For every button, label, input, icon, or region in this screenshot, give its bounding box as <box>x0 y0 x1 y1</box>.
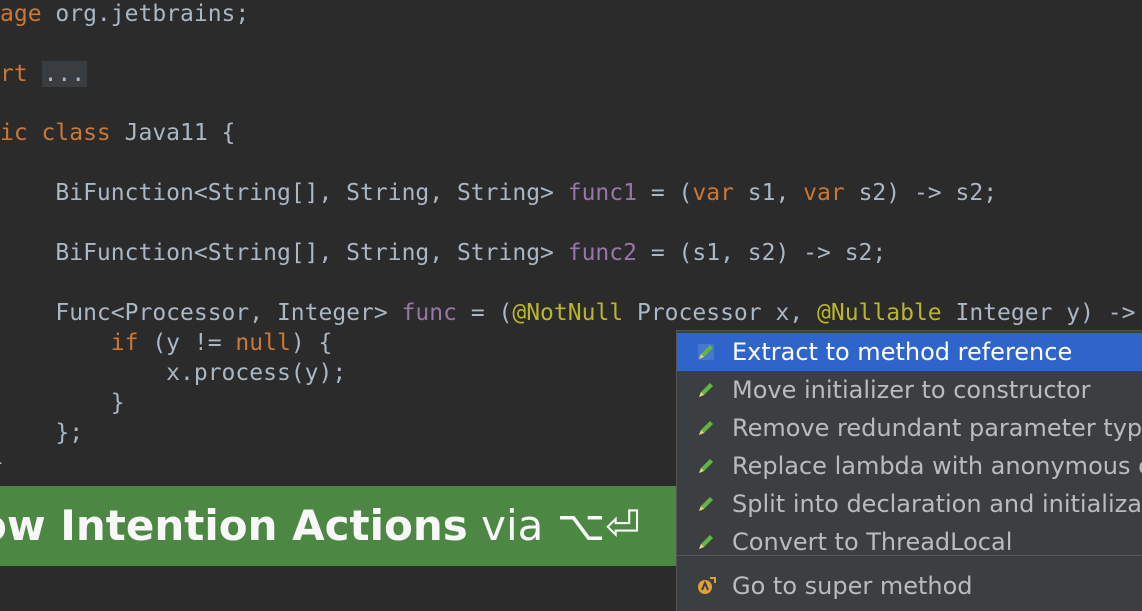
menu-item-move-initializer[interactable]: Move initializer to constructor <box>677 371 1142 409</box>
var-keyword: var <box>692 180 734 206</box>
pencil-icon <box>699 497 713 511</box>
if-open-brace: ) { <box>290 330 333 356</box>
package-keyword: age <box>0 1 42 27</box>
folded-imports[interactable]: ... <box>41 61 88 87</box>
notnull-annotation: @NotNull <box>512 300 624 326</box>
func2-body: = (s1, s2) -> s2; <box>636 240 887 266</box>
code-line-func1: BiFunction<String[], String, String> fun… <box>0 176 997 210</box>
code-line-close-class: } <box>0 446 4 480</box>
func1-param-s1: s1, <box>733 180 804 206</box>
code-line-process: x.process(y); <box>0 360 347 386</box>
package-name: org.jetbrains; <box>41 1 250 27</box>
pencil-icon <box>698 344 714 360</box>
field-func2: func2 <box>567 240 637 266</box>
code-line-func2: BiFunction<String[], String, String> fun… <box>0 236 886 270</box>
code-line-close-lambda: }; <box>0 420 84 446</box>
pencil-icon <box>699 421 713 435</box>
func-param-x: Processor x, <box>623 300 818 326</box>
class-keyword: ic class <box>0 120 111 146</box>
func-type: Func<Processor, Integer> <box>0 300 402 326</box>
class-name: Java11 { <box>110 120 236 146</box>
banner-title: ow Intention Actions <box>0 501 468 550</box>
menu-item-split-declaration[interactable]: Split into declaration and initializatio… <box>677 485 1142 523</box>
menu-item-remove-redundant-types[interactable]: Remove redundant parameter types <box>677 409 1142 447</box>
menu-item-label: Move initializer to constructor <box>732 376 1091 404</box>
var-keyword: var <box>803 180 845 206</box>
null-keyword: null <box>235 330 291 356</box>
func2-type: BiFunction<String[], String, String> <box>0 240 568 266</box>
intention-actions-banner: ow Intention Actions via ⌥⏎ <box>0 486 720 566</box>
pencil-icon <box>699 459 713 473</box>
intention-actions-popup: Extract to method reference Move initial… <box>676 330 1142 611</box>
func-assign: = ( <box>456 300 513 326</box>
menu-item-label: Go to super method <box>732 572 973 600</box>
field-func: func <box>401 300 457 326</box>
nullable-annotation: @Nullable <box>817 300 942 326</box>
field-func1: func1 <box>567 180 637 206</box>
func1-body: s2) -> s2; <box>844 180 998 206</box>
import-keyword: rt <box>0 61 28 87</box>
func1-type: BiFunction<String[], String, String> <box>0 180 568 206</box>
func1-assign: = ( <box>636 180 693 206</box>
menu-separator <box>677 555 1142 556</box>
menu-item-replace-lambda[interactable]: Replace lambda with anonymous class <box>677 447 1142 485</box>
banner-shortcut: via ⌥⏎ <box>467 501 641 550</box>
if-keyword: if <box>110 330 139 356</box>
code-line-if: if (y != null) { <box>0 326 333 360</box>
code-line-close-if: } <box>0 390 125 416</box>
if-condition: (y != <box>138 330 236 356</box>
menu-item-label: Split into declaration and initializatio… <box>732 490 1142 518</box>
code-line-func: Func<Processor, Integer> func = (@NotNul… <box>0 296 1136 330</box>
menu-item-extract-method-reference[interactable]: Extract to method reference <box>677 333 1142 371</box>
menu-item-label: Remove redundant parameter types <box>732 414 1142 442</box>
menu-item-go-to-super-method[interactable]: Go to super method <box>677 567 1142 605</box>
pencil-icon <box>699 383 713 397</box>
code-line-import: rt ... <box>0 57 88 91</box>
menu-item-label: Extract to method reference <box>732 338 1073 366</box>
pencil-icon <box>699 535 713 549</box>
code-line-class-decl: ic class Java11 { <box>0 116 235 150</box>
func-param-y: Integer y) -> <box>941 300 1136 326</box>
super-method-icon <box>698 577 716 594</box>
menu-item-label: Replace lambda with anonymous class <box>732 452 1142 480</box>
code-line-package: age org.jetbrains; <box>0 0 249 31</box>
